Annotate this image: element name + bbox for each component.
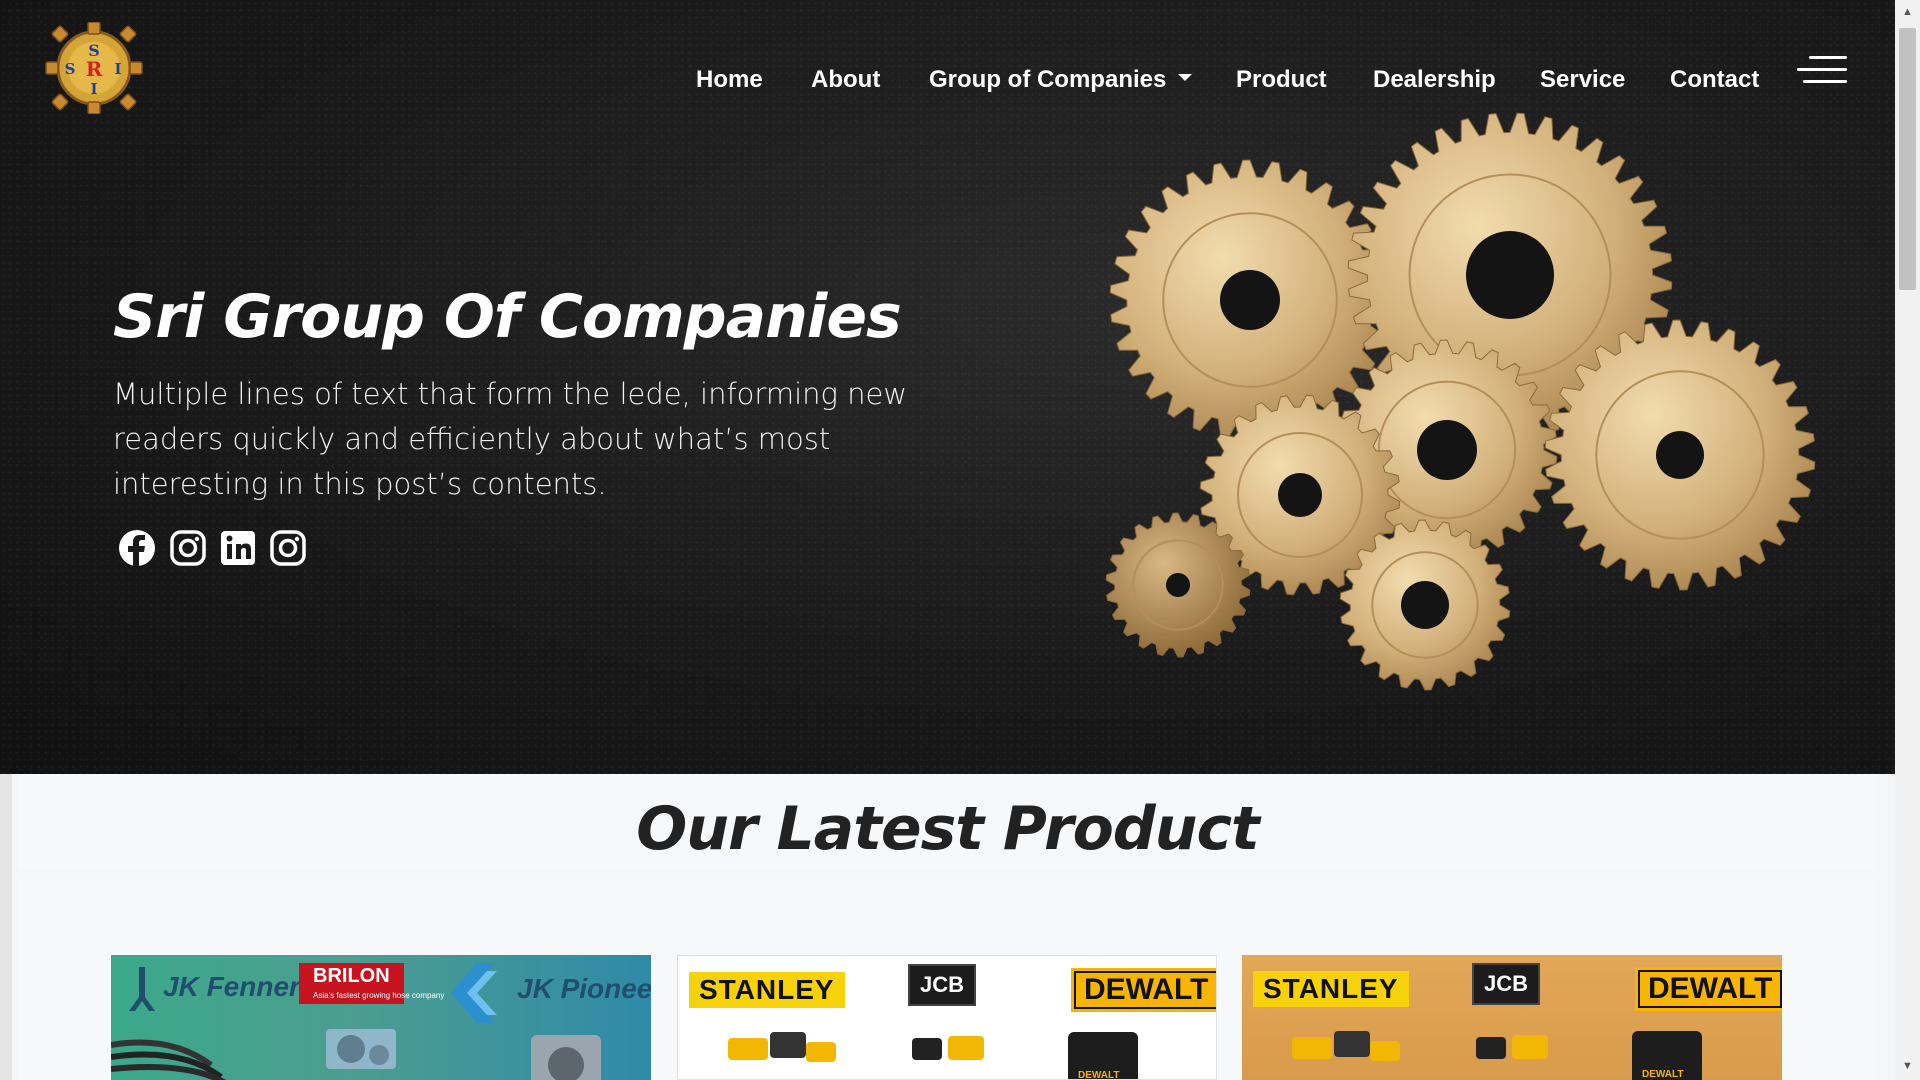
brand-dewalt: DEWALT: [1071, 968, 1216, 1012]
main-nav: Home About Group of Companies Product De…: [0, 60, 1895, 100]
jk-pioneer-chevron-icon: [451, 963, 497, 1023]
menu-toggle-button[interactable]: [1797, 54, 1847, 88]
nav-group-of-companies[interactable]: Group of Companies: [929, 60, 1193, 100]
gear-hole: [1401, 581, 1449, 629]
brand-jcb: JCB: [1472, 963, 1541, 1005]
brand-stanley: STANLEY: [1253, 971, 1409, 1007]
nav-about[interactable]: About: [811, 60, 880, 100]
hero-section: S R I S I Home About Group of Companies …: [0, 0, 1895, 774]
caret-down-icon: [1178, 74, 1193, 82]
power-tools-image: [728, 1032, 1138, 1079]
gear-hole: [1656, 431, 1704, 479]
brand-stanley: STANLEY: [689, 972, 845, 1008]
gear-hole: [1278, 473, 1322, 517]
scroll-down-arrow-icon[interactable]: ▼: [1899, 1058, 1916, 1075]
power-tools-image: [1292, 1031, 1702, 1080]
hero-lede: Multiple lines of text that form the led…: [113, 377, 908, 501]
dewalt-case-label: DEWALT: [1642, 1069, 1684, 1080]
scrollbar-thumb[interactable]: [1899, 28, 1916, 290]
instagram-icon[interactable]: [168, 528, 208, 568]
dewalt-case-label: DEWALT: [1078, 1070, 1120, 1080]
gear-hole: [1220, 270, 1280, 330]
nav-dealership[interactable]: Dealership: [1373, 60, 1496, 100]
gears-group: [1105, 112, 1816, 691]
nav-contact[interactable]: Contact: [1670, 60, 1759, 100]
nav-service[interactable]: Service: [1540, 60, 1625, 100]
nav-group-label: Group of Companies: [929, 66, 1167, 93]
nav-home[interactable]: Home: [696, 60, 763, 100]
jk-fenner-logo-icon: [129, 967, 155, 1011]
brand-dewalt: DEWALT: [1635, 967, 1782, 1011]
hose-products-image: [111, 1029, 601, 1080]
product-card-tools-orange[interactable]: STANLEY JCB DEWALT DEWALT: [1242, 955, 1782, 1080]
brand-jcb: JCB: [908, 964, 977, 1006]
hamburger-icon: [1803, 80, 1847, 83]
product-card-tools-white[interactable]: STANLEY JCB DEWALT DEWALT: [677, 955, 1217, 1080]
gear-hole: [1166, 573, 1190, 597]
latest-title: Our Latest Product: [636, 794, 1259, 864]
nav-product[interactable]: Product: [1236, 60, 1327, 100]
linkedin-icon[interactable]: [218, 528, 258, 568]
hero-title: Sri Group Of Companies: [113, 282, 902, 352]
product-card-jk[interactable]: JK Fenner BRILON Asia's fastest growing …: [111, 955, 651, 1080]
gear-hole: [1466, 231, 1554, 319]
gear-hole: [1417, 420, 1477, 480]
brand-jk-fenner: JK Fenner: [163, 971, 300, 1002]
scroll-up-arrow-icon[interactable]: ▲: [1899, 4, 1916, 21]
instagram-icon[interactable]: [268, 528, 308, 568]
facebook-icon[interactable]: [117, 528, 157, 568]
brand-jk-pioneer: JK Pioneer: [517, 973, 651, 1004]
gears-illustration: [1105, 112, 1816, 691]
hamburger-icon: [1797, 68, 1847, 71]
hamburger-icon: [1809, 56, 1847, 59]
brilon-tagline: Asia's fastest growing hose company: [313, 991, 445, 1000]
